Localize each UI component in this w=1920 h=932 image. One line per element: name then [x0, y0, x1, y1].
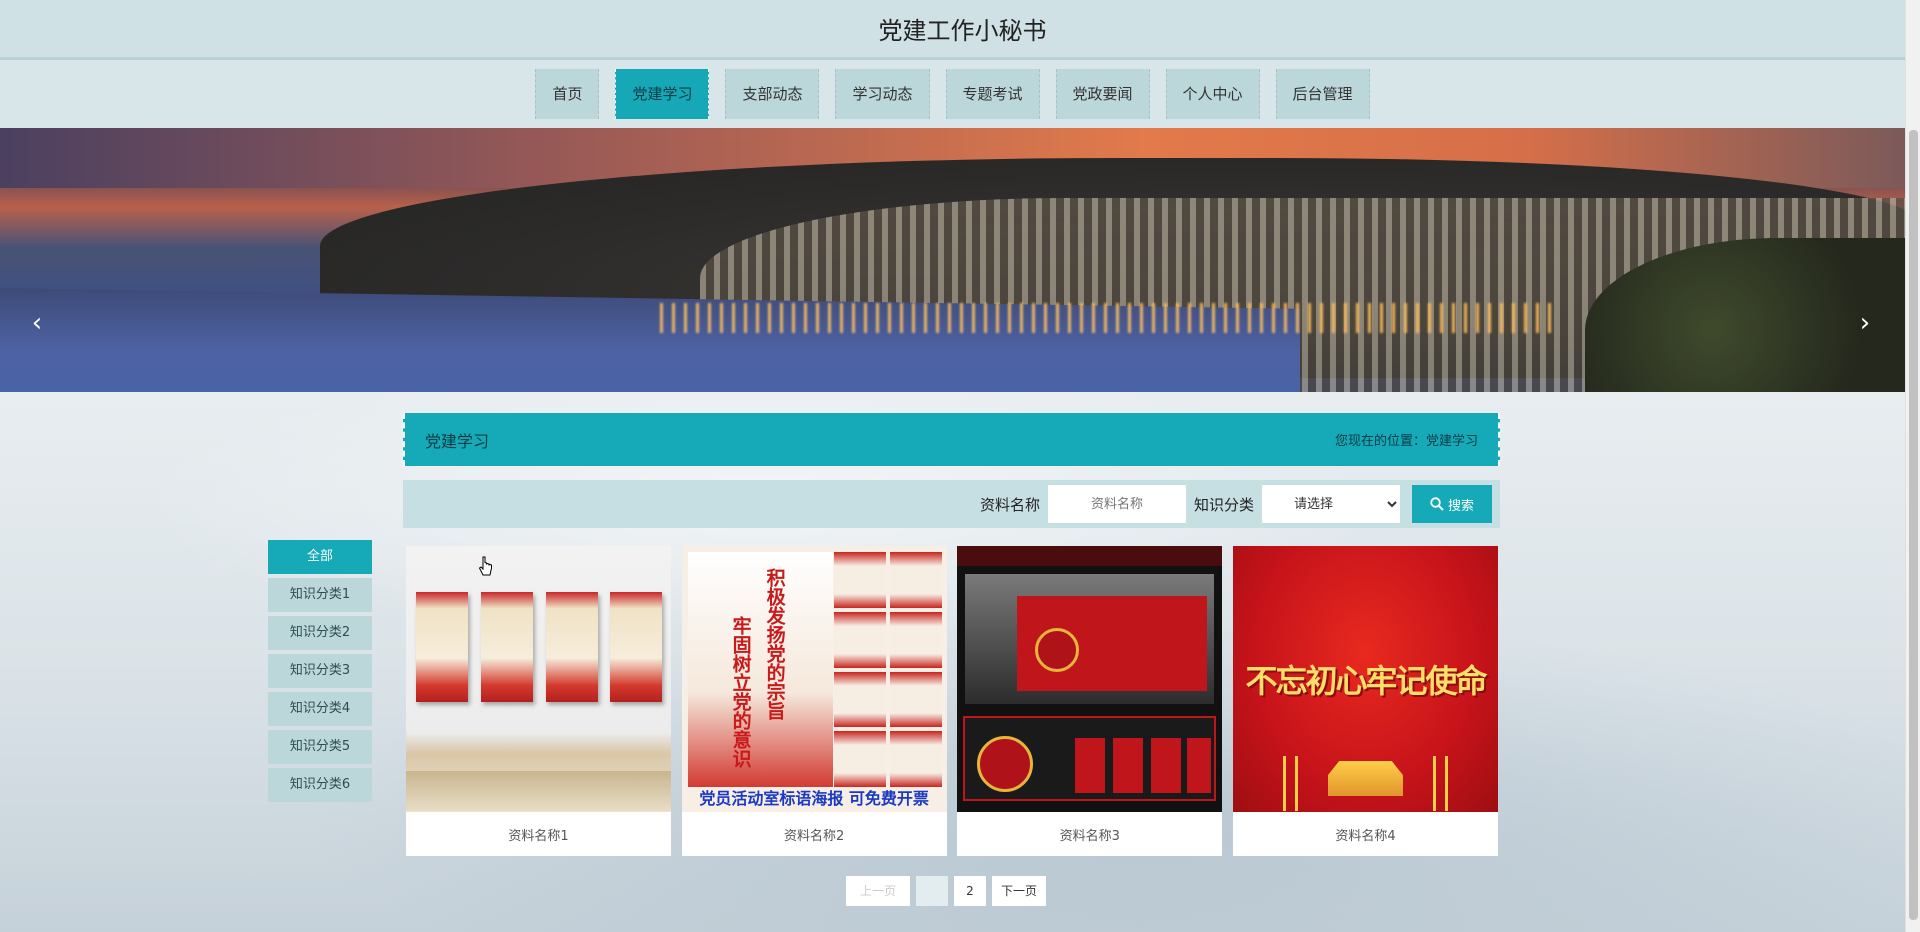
nav-item-branch-news[interactable]: 支部动态 [725, 69, 820, 119]
emblem-icon [977, 736, 1034, 792]
nav-item-party-news[interactable]: 党政要闻 [1055, 69, 1150, 119]
chevron-left-icon[interactable]: ‹ [22, 308, 52, 338]
material-card[interactable]: 资料名称1 [406, 546, 671, 856]
nav-item-home[interactable]: 首页 [535, 69, 600, 119]
nav-item-exam[interactable]: 专题考试 [945, 69, 1040, 119]
gate-icon [1327, 761, 1403, 796]
site-title: 党建工作小秘书 [878, 17, 1047, 45]
poster-tile [889, 731, 942, 787]
poster-tile [833, 671, 886, 728]
section-title: 党建学习 [425, 431, 490, 451]
material-thumbnail: 不忘初心牢记使命 [1232, 546, 1498, 812]
poster-panel [416, 592, 468, 702]
poster-left [687, 552, 833, 787]
poster-block [1075, 738, 1106, 793]
category-select[interactable]: 请选择 [1262, 485, 1400, 523]
shelf [406, 771, 671, 811]
material-caption: 资料名称3 [1059, 828, 1120, 844]
material-card[interactable]: 不忘初心牢记使命 资料名称4 [1232, 546, 1498, 856]
next-page-button[interactable]: 下一页 [992, 876, 1046, 906]
site-header: 党建工作小秘书 [0, 0, 1905, 60]
search-icon [1430, 497, 1444, 511]
poster-tile [833, 552, 886, 608]
category-item-3[interactable]: 知识分类3 [268, 654, 372, 688]
mouse-cursor-icon [478, 556, 492, 576]
chevron-right-icon[interactable]: › [1850, 308, 1880, 338]
nav-item-party-study[interactable]: 党建学习 [615, 69, 710, 119]
poster-block [1113, 738, 1144, 793]
material-card[interactable]: 资料名称3 [957, 546, 1223, 856]
material-thumbnail [957, 546, 1223, 812]
scrollbar-thumb[interactable] [1909, 130, 1918, 920]
poster-sub-text: 牢固树立党的意识 [729, 616, 752, 768]
category-item-2[interactable]: 知识分类2 [268, 616, 372, 650]
poster-panel [481, 592, 533, 702]
page-1-button[interactable]: 1 [916, 876, 948, 906]
poster-topbar [957, 546, 1223, 566]
material-thumbnail: 积极发扬党的宗旨 牢固树立党的意识 党员活动室标语海报 可免费开票 [681, 546, 947, 812]
poster-block [1187, 738, 1212, 793]
poster-panel [546, 592, 598, 702]
poster-tile [889, 611, 942, 668]
material-caption: 资料名称2 [784, 828, 845, 844]
poster-slogan: 不忘初心牢记使命 [1245, 662, 1487, 700]
poster-ray [1294, 756, 1298, 811]
nav-item-study-news[interactable]: 学习动态 [835, 69, 930, 119]
poster-footer: 党员活动室标语海报 可免费开票 [699, 789, 929, 808]
poster-grid [833, 552, 942, 787]
search-button[interactable]: 搜索 [1412, 485, 1492, 523]
material-caption: 资料名称1 [508, 828, 569, 844]
banner-lights [660, 303, 1560, 333]
category-item-5[interactable]: 知识分类5 [268, 730, 372, 764]
page-2-button[interactable]: 2 [954, 876, 986, 906]
material-card[interactable]: 积极发扬党的宗旨 牢固树立党的意识 党员活动室标语海报 可免费开票 资料名称2 [681, 546, 947, 856]
hero-carousel: ‹ › [0, 128, 1905, 392]
category-item-1[interactable]: 知识分类1 [268, 578, 372, 612]
name-label: 资料名称 [979, 495, 1040, 514]
breadcrumb: 您现在的位置：党建学习 [1334, 434, 1478, 449]
poster-block [1151, 738, 1182, 793]
poster-ray [1282, 756, 1286, 811]
material-caption: 资料名称4 [1335, 828, 1396, 844]
main-nav: 首页 党建学习 支部动态 学习动态 专题考试 党政要闻 个人中心 后台管理 [0, 60, 1905, 128]
nav-item-admin[interactable]: 后台管理 [1275, 69, 1370, 119]
poster-tile [833, 731, 886, 787]
search-bar: 资料名称 知识分类 请选择 搜索 [403, 480, 1500, 528]
material-thumbnail [406, 546, 671, 812]
poster-main-text: 积极发扬党的宗旨 [763, 568, 786, 720]
category-sidebar: 全部 知识分类1 知识分类2 知识分类3 知识分类4 知识分类5 知识分类6 [268, 540, 372, 806]
poster-panel [610, 592, 662, 702]
category-item-4[interactable]: 知识分类4 [268, 692, 372, 726]
poster-ray [1444, 756, 1448, 811]
search-button-label: 搜索 [1447, 498, 1474, 514]
prev-page-button[interactable]: 上一页 [846, 876, 910, 906]
category-item-6[interactable]: 知识分类6 [268, 768, 372, 802]
poster-tile [889, 552, 942, 608]
material-grid: 资料名称1 积极发扬党的宗旨 牢固树立党的意识 党员活动室标语海报 可免费开票 … [406, 546, 1498, 856]
category-label: 知识分类 [1193, 495, 1254, 514]
poster-ray [1432, 756, 1436, 811]
poster-tile [889, 671, 942, 728]
category-item-all[interactable]: 全部 [268, 540, 372, 574]
pagination: 上一页 1 2 下一页 [846, 876, 1052, 906]
emblem-icon [1035, 628, 1080, 672]
section-header: 党建学习 您现在的位置：党建学习 [403, 413, 1500, 466]
poster-tile [833, 611, 886, 668]
nav-item-profile[interactable]: 个人中心 [1165, 69, 1260, 119]
name-search-input[interactable] [1047, 485, 1186, 523]
page-scrollbar[interactable] [1905, 0, 1920, 932]
